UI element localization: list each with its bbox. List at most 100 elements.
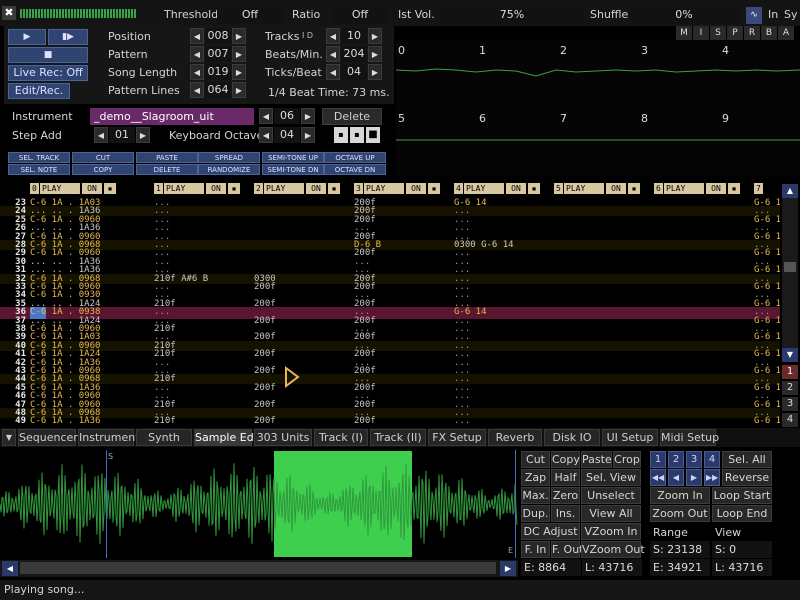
step-add-dec-button[interactable]: ◀	[94, 127, 108, 143]
mute-button-s[interactable]: S	[710, 26, 726, 40]
edit-button-0-top[interactable]: SEL. TRACK	[8, 152, 70, 163]
tab-track-i[interactable]: Track (I)	[314, 429, 368, 446]
tab-synth[interactable]: Synth	[136, 429, 192, 446]
view-all-button[interactable]: View All	[581, 505, 641, 522]
dc-adjust-button[interactable]: DC Adjust	[521, 523, 580, 540]
edit-button-5-bottom[interactable]: OCTAVE DN	[324, 164, 386, 175]
dup-button[interactable]: Dup.	[521, 505, 550, 522]
fast-forward-icon[interactable]: ▶▶	[704, 469, 720, 486]
track-menu-icon[interactable]: ▪	[328, 183, 340, 194]
loop-start-marker[interactable]	[106, 450, 107, 558]
delete-instrument-button[interactable]: Delete	[322, 108, 382, 125]
bpm-inc-button[interactable]: ▶	[368, 46, 382, 62]
track-menu-icon[interactable]: ▪	[104, 183, 116, 194]
pattern-cell-c5[interactable]: ...	[454, 416, 470, 426]
tab-ui-setup[interactable]: UI Setup	[602, 429, 658, 446]
threshold-value[interactable]: Off	[217, 7, 283, 24]
sel-view-button[interactable]: Sel. View	[581, 469, 641, 486]
pattern-dec-button[interactable]: ◀	[190, 46, 204, 62]
copy-button[interactable]: Copy	[551, 451, 580, 468]
vzoom-out-button[interactable]: VZoom Out	[581, 541, 645, 558]
inst-vol-value[interactable]: 75%	[440, 7, 584, 24]
instrument-name[interactable]: _demo__Slagroom_uit	[90, 108, 254, 125]
pattern-cell-c3[interactable]: 200f	[254, 416, 276, 426]
edit-button-5-top[interactable]: OCTAVE UP	[324, 152, 386, 163]
reverse-button[interactable]: Reverse	[722, 469, 772, 486]
edit-button-2-top[interactable]: PASTE	[136, 152, 198, 163]
pattern-scrollbar[interactable]	[782, 184, 798, 362]
mute-button-i[interactable]: I	[693, 26, 709, 40]
edit-button-3-top[interactable]: SPREAD	[198, 152, 260, 163]
mute-button-p[interactable]: P	[727, 26, 743, 40]
pattern-cell-c4[interactable]: 200f	[354, 416, 376, 426]
record-mode-1-icon[interactable]: ▪	[334, 127, 348, 143]
sy-button[interactable]: Sy	[784, 8, 798, 21]
track-header-5[interactable]: 5 PLAY ON ▪	[554, 183, 644, 194]
unselect-button[interactable]: Unselect	[581, 487, 641, 504]
bpm-dec-button[interactable]: ◀	[326, 46, 340, 62]
zoom-in-button[interactable]: Zoom In	[650, 487, 710, 504]
pattern-cell-c7[interactable]: G-6 1	[754, 416, 780, 426]
sample-page-1[interactable]: 1	[650, 451, 666, 468]
pattern-page-4[interactable]: 4	[782, 413, 798, 427]
max-button[interactable]: Max.	[521, 487, 550, 504]
in-button[interactable]: In	[768, 8, 778, 21]
rewind-icon[interactable]: ◀◀	[650, 469, 666, 486]
mute-button-r[interactable]: R	[744, 26, 760, 40]
tracks-dec-button[interactable]: ◀	[326, 28, 340, 44]
fade-out-button[interactable]: F. Out	[551, 541, 584, 558]
loop-end-button[interactable]: Loop End	[712, 505, 772, 522]
pattern-page-2[interactable]: 2	[782, 381, 798, 395]
tab-track-ii[interactable]: Track (II)	[370, 429, 426, 446]
edit-button-1-top[interactable]: CUT	[72, 152, 134, 163]
play-song-button[interactable]: ▶	[8, 29, 46, 45]
track-header-on[interactable]: ON	[82, 183, 102, 194]
tab-disk-io[interactable]: Disk IO	[544, 429, 600, 446]
song-length-dec-button[interactable]: ◀	[190, 64, 204, 80]
pattern-page-1[interactable]: 1	[782, 365, 798, 379]
track-header-on[interactable]: ON	[306, 183, 326, 194]
sel-all-button[interactable]: Sel. All	[722, 451, 772, 468]
track-header-play[interactable]: PLAY	[164, 183, 204, 194]
loop-end-marker[interactable]	[515, 450, 516, 558]
pattern-cell-c2[interactable]: 210f	[154, 416, 176, 426]
track-menu-icon[interactable]: ▪	[428, 183, 440, 194]
track-menu-icon[interactable]: ▪	[228, 183, 240, 194]
shuffle-value[interactable]: 0%	[630, 7, 738, 24]
step-add-inc-button[interactable]: ▶	[136, 127, 150, 143]
loop-start-button[interactable]: Loop Start	[712, 487, 772, 504]
edit-button-1-bottom[interactable]: COPY	[72, 164, 134, 175]
edit-button-3-bottom[interactable]: RANDOMIZE	[198, 164, 260, 175]
instrument-inc-button[interactable]: ▶	[301, 108, 315, 124]
track-header-6[interactable]: 6 PLAY ON ▪	[654, 183, 744, 194]
tpb-inc-button[interactable]: ▶	[368, 64, 382, 80]
scroll-right-icon[interactable]: ▶	[500, 561, 516, 576]
position-dec-button[interactable]: ◀	[190, 28, 204, 44]
track-header-on[interactable]: ON	[206, 183, 226, 194]
track-header-play[interactable]: PLAY	[364, 183, 404, 194]
track-menu-icon[interactable]: ▪	[528, 183, 540, 194]
track-header-3[interactable]: 3 PLAY ON ▪	[354, 183, 444, 194]
track-header-play[interactable]: PLAY	[40, 183, 80, 194]
pattern-page-3[interactable]: 3	[782, 397, 798, 411]
track-header-play[interactable]: PLAY	[464, 183, 504, 194]
track-header-0[interactable]: 0 PLAY ON ▪	[30, 183, 120, 194]
track-header-on[interactable]: ON	[406, 183, 426, 194]
play-pattern-button[interactable]: ▮▶	[48, 29, 88, 45]
song-length-inc-button[interactable]: ▶	[232, 64, 246, 80]
tab-303-units[interactable]: 303 Units	[254, 429, 312, 446]
pattern-row[interactable]: 49 C-6 1A . 1A36 210f 200f 200f... G-6 1	[0, 416, 780, 426]
track-header-play[interactable]: PLAY	[564, 183, 604, 194]
tab-midi-setup[interactable]: Midi Setup	[660, 429, 719, 446]
live-rec-button[interactable]: Live Rec: Off	[8, 65, 88, 81]
pattern-lines-dec-button[interactable]: ◀	[190, 82, 204, 98]
track-header-2[interactable]: 2 PLAY ON ▪	[254, 183, 344, 194]
paste-button[interactable]: Paste	[581, 451, 612, 468]
track-header-on[interactable]: ON	[706, 183, 726, 194]
vzoom-in-button[interactable]: VZoom In	[581, 523, 641, 540]
track-header-1[interactable]: 1 PLAY ON ▪	[154, 183, 244, 194]
sample-page-4[interactable]: 4	[704, 451, 720, 468]
track-header-4[interactable]: 4 PLAY ON ▪	[454, 183, 544, 194]
zero-button[interactable]: Zero	[551, 487, 580, 504]
scroll-thumb[interactable]	[784, 262, 796, 272]
